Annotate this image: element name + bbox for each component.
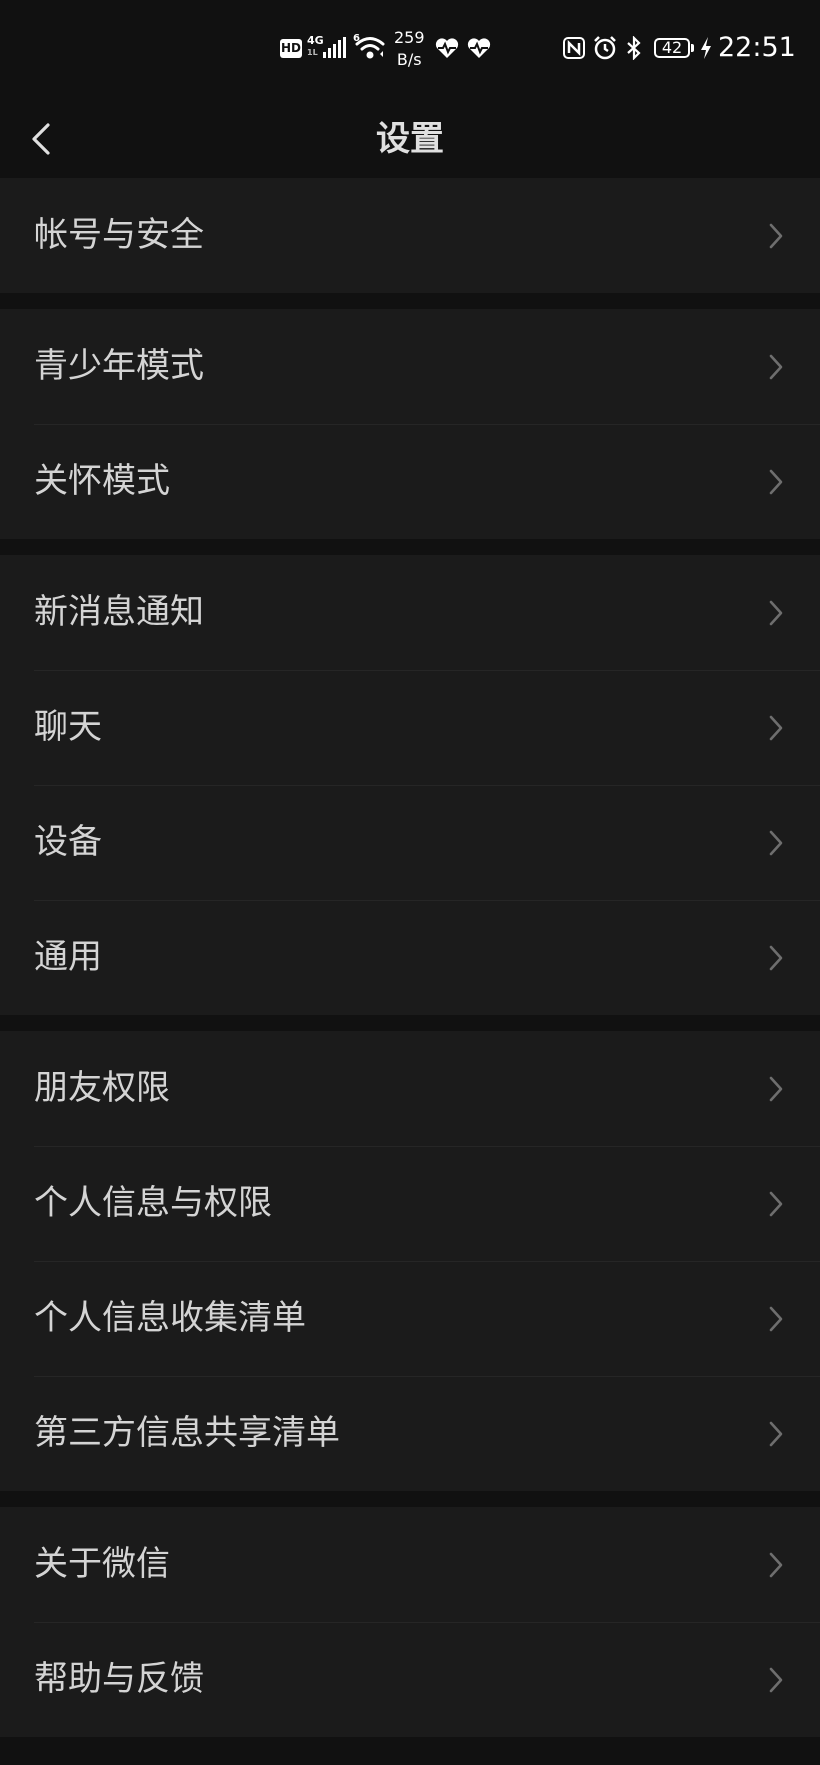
settings-group: 青少年模式 关怀模式 — [0, 309, 820, 539]
settings-item-about-wechat[interactable]: 关于微信 — [0, 1507, 820, 1622]
chevron-right-icon — [769, 945, 783, 971]
battery-tip — [691, 44, 694, 52]
network-type-label: 4G — [307, 34, 324, 47]
wifi-icon — [354, 35, 386, 65]
settings-item-notifications[interactable]: 新消息通知 — [0, 555, 820, 670]
battery-icon: 42 — [654, 38, 690, 58]
network-speed-value: 259 — [394, 28, 425, 47]
status-bar: HD 4G 1L 6 259 B/s 42 22:51 — [0, 0, 820, 100]
settings-item-label: 通用 — [34, 937, 102, 977]
settings-item-care-mode[interactable]: 关怀模式 — [0, 424, 820, 539]
settings-item-label: 帐号与安全 — [34, 215, 204, 255]
back-button[interactable] — [18, 112, 64, 166]
chevron-right-icon — [769, 830, 783, 856]
settings-list: 帐号与安全青少年模式关怀模式新消息通知聊天设备通用朋友权限个人信息与权限 个人信息… — [0, 178, 820, 1753]
network-speed: 259 B/s — [394, 27, 425, 71]
settings-item-general[interactable]: 通用 — [0, 900, 820, 1015]
page-title: 设置 — [376, 119, 444, 159]
settings-group: 新消息通知聊天设备通用 — [0, 555, 820, 1015]
hd-icon: HD — [280, 39, 302, 58]
settings-item-friend-permissions[interactable]: 朋友权限 — [0, 1031, 820, 1146]
chevron-right-icon — [769, 1667, 783, 1693]
network-type-sub: 1L — [307, 48, 318, 57]
chevron-right-icon — [769, 1076, 783, 1102]
network-speed-unit: B/s — [396, 50, 422, 69]
settings-item-help-feedback[interactable]: 帮助与反馈 — [0, 1622, 820, 1737]
settings-item-label: 青少年模式 — [34, 346, 204, 386]
network-type: 4G 1L — [307, 35, 324, 59]
settings-item-label: 帮助与反馈 — [34, 1659, 204, 1699]
alarm-icon — [593, 36, 617, 64]
settings-item-chat[interactable]: 聊天 — [0, 670, 820, 785]
settings-item-label: 关于微信 — [34, 1544, 170, 1584]
chevron-right-icon — [769, 1552, 783, 1578]
chevron-right-icon — [769, 1191, 783, 1217]
settings-item-label: 聊天 — [34, 707, 102, 747]
nfc-icon — [563, 37, 585, 63]
settings-group: 关于微信 帮助与反馈 — [0, 1507, 820, 1737]
chevron-right-icon — [769, 715, 783, 741]
settings-item-third-party-sharing-list[interactable]: 第三方信息共享清单 — [0, 1376, 820, 1491]
settings-item-personal-info-permissions[interactable]: 个人信息与权限 — [0, 1146, 820, 1261]
settings-item-label: 设备 — [34, 822, 102, 862]
chevron-right-icon — [769, 600, 783, 626]
settings-item-label: 朋友权限 — [34, 1068, 170, 1108]
chevron-left-icon — [32, 123, 50, 155]
charging-icon — [699, 36, 713, 64]
heart-rate-icon — [467, 37, 491, 63]
chevron-right-icon — [769, 469, 783, 495]
settings-item-label: 新消息通知 — [34, 592, 204, 632]
settings-item-label: 个人信息收集清单 — [34, 1298, 306, 1338]
clock: 22:51 — [718, 32, 796, 63]
chevron-right-icon — [769, 1306, 783, 1332]
settings-item-devices[interactable]: 设备 — [0, 785, 820, 900]
settings-group: 朋友权限个人信息与权限 个人信息收集清单 第三方信息共享清单 — [0, 1031, 820, 1491]
chevron-right-icon — [769, 1421, 783, 1447]
settings-item-label: 关怀模式 — [34, 461, 170, 501]
settings-item-personal-info-collection-list[interactable]: 个人信息收集清单 — [0, 1261, 820, 1376]
nav-bar: 设置 — [0, 100, 820, 178]
settings-item-label: 个人信息与权限 — [34, 1183, 272, 1223]
settings-item-account-security[interactable]: 帐号与安全 — [0, 178, 820, 293]
settings-group: 帐号与安全 — [0, 178, 820, 293]
signal-icon — [323, 37, 347, 63]
settings-item-label: 第三方信息共享清单 — [34, 1413, 340, 1453]
chevron-right-icon — [769, 223, 783, 249]
settings-item-teen-mode[interactable]: 青少年模式 — [0, 309, 820, 424]
heart-rate-icon — [435, 37, 459, 63]
bluetooth-icon — [624, 35, 644, 64]
chevron-right-icon — [769, 354, 783, 380]
